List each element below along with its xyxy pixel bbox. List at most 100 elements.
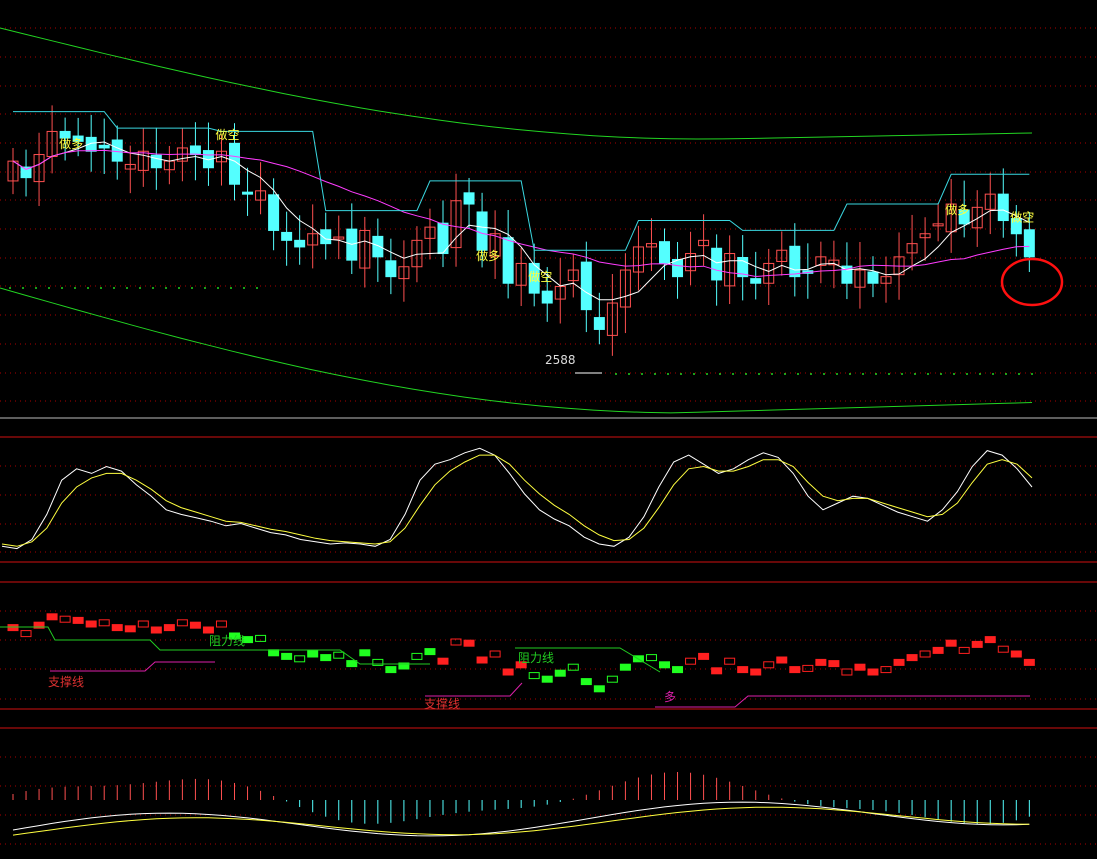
support-dot — [48, 287, 50, 289]
down-candle — [150, 154, 162, 169]
sub-candle — [7, 624, 19, 632]
down-candle — [502, 237, 514, 284]
down-candle — [750, 278, 762, 284]
support-line-mid — [425, 682, 523, 697]
down-candle — [242, 191, 254, 195]
sub-candle — [111, 624, 123, 632]
grid-lines — [0, 27, 1097, 845]
sub-candle — [750, 668, 762, 676]
highlight-circle — [1000, 257, 1064, 307]
support-dot — [256, 287, 258, 289]
sub-candle — [854, 663, 866, 671]
sub-candle — [320, 654, 332, 662]
momentum-panel — [12, 772, 1030, 837]
sub-candle — [606, 675, 618, 683]
support-dot — [862, 373, 864, 375]
down-candle — [476, 211, 488, 251]
sub-candle — [72, 616, 84, 624]
channel-lower — [0, 287, 1033, 414]
sub-candle — [424, 648, 436, 656]
sub-candle — [307, 650, 319, 658]
support-dot — [719, 373, 721, 375]
support-dot — [797, 373, 799, 375]
support-dot — [953, 373, 955, 375]
support-dot — [836, 373, 838, 375]
sub-candle — [411, 652, 423, 660]
sub-candle — [489, 650, 501, 658]
support-dot — [152, 287, 154, 289]
support-line — [50, 661, 215, 672]
sub-candle — [98, 619, 110, 627]
support-dot — [758, 373, 760, 375]
down-candle — [372, 235, 384, 258]
down-candle — [789, 245, 801, 278]
sub-candle — [450, 638, 462, 646]
sub-candle — [137, 620, 149, 628]
sub-candle — [815, 658, 827, 666]
sub-candle — [984, 636, 996, 644]
sub-candle — [176, 619, 188, 627]
support-dot — [61, 287, 63, 289]
support-dot — [9, 287, 11, 289]
sub-candle — [737, 666, 749, 674]
sub-candle — [268, 649, 280, 657]
support-dot — [1018, 373, 1020, 375]
sub-candle — [685, 657, 697, 665]
support-dot — [927, 373, 929, 375]
support-dot — [849, 373, 851, 375]
signal-label: 做多 — [476, 248, 500, 263]
down-candle — [111, 139, 123, 162]
support-dot — [178, 287, 180, 289]
support-dot — [87, 287, 89, 289]
sub-candle — [528, 672, 540, 680]
chart-stage: 做多 做空 做多 做空 做多 做空 2588 支撑线 阻力线 支撑线 阻力线 多 — [0, 0, 1097, 855]
sub-candle — [698, 652, 710, 660]
sub-candle — [163, 624, 175, 632]
sub-candle — [281, 652, 293, 660]
support-dot — [901, 373, 903, 375]
sub-candle — [932, 646, 944, 654]
sub-candle — [593, 685, 605, 693]
support-dot — [745, 373, 747, 375]
support-dot — [810, 373, 812, 375]
sub-candle — [867, 668, 879, 676]
support-dot — [35, 287, 37, 289]
sub-candle — [294, 655, 306, 663]
resistance-label-left: 阻力线 — [209, 634, 245, 648]
sub-candle — [971, 640, 983, 648]
sub-candle — [567, 663, 579, 671]
support-dot — [217, 287, 219, 289]
down-candle — [385, 260, 397, 278]
down-candle — [98, 144, 110, 149]
support-dot — [706, 373, 708, 375]
down-candle — [189, 145, 201, 156]
support-dot — [823, 373, 825, 375]
support-dot — [732, 373, 734, 375]
momentum-signal-line — [12, 806, 1030, 836]
sub-candle — [202, 626, 214, 634]
stock-chart: 做多做空做多做空做多做空 2588 支撑线 阻力线 支撑线 阻力线 多 — [0, 27, 1097, 845]
support-dot — [875, 373, 877, 375]
support-label-mid: 支撑线 — [424, 696, 460, 711]
sub-candle — [124, 625, 136, 633]
down-candle — [541, 290, 553, 304]
support-dot — [771, 373, 773, 375]
support-dot — [230, 287, 232, 289]
down-candle — [281, 231, 293, 241]
k-line — [1, 447, 1033, 550]
support-dot — [243, 287, 245, 289]
sub-candle — [554, 669, 566, 677]
support-dot — [784, 373, 786, 375]
support-dot — [667, 373, 669, 375]
signal-label: 做多 — [945, 202, 969, 217]
sub-candle — [385, 666, 397, 674]
oscillator-panel — [1, 447, 1033, 550]
sub-candle — [20, 630, 32, 638]
sub-candle — [541, 675, 553, 683]
sub-candle — [828, 660, 840, 668]
support-dot — [654, 373, 656, 375]
support-dot — [113, 287, 115, 289]
support-dot — [1031, 373, 1033, 375]
sub-candle — [841, 668, 853, 676]
signal-label: 做空 — [215, 127, 239, 142]
